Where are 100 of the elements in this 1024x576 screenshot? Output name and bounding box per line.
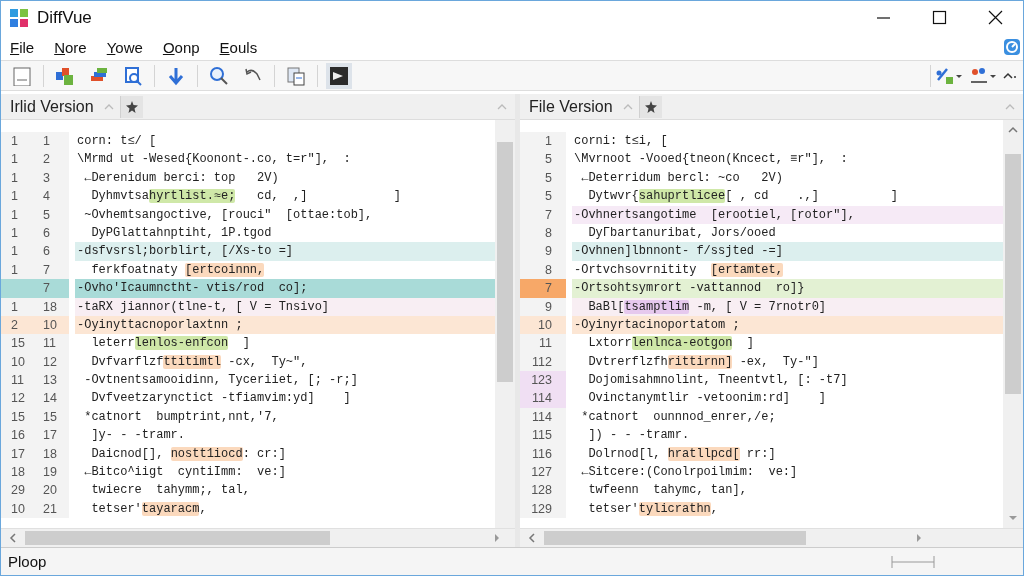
line-number: 29 [10, 482, 26, 500]
line-number: 5 [544, 169, 553, 187]
line-number: 7 [544, 206, 553, 224]
code-line: \Mrmd ut -Wesed{Koonont-.co, t=r"], : [76, 151, 352, 169]
line-number: 8 [544, 224, 553, 242]
line-number: 9 [544, 298, 553, 316]
horizontal-scrollbar[interactable] [520, 528, 1023, 547]
line-number: 11 [538, 335, 553, 353]
scroll-up-icon [1008, 126, 1018, 134]
code-line: DyΓbartanuribat, Jors/ooed [587, 224, 777, 242]
line-number: 10 [537, 316, 553, 334]
line-number: 10 [42, 316, 58, 334]
code-line: *catnort ounnnod_enrer,/e; [580, 408, 777, 426]
menu-item[interactable]: Yowe [106, 38, 143, 56]
line-number: 11 [10, 372, 25, 390]
line-number: 1 [10, 169, 19, 187]
line-number: 1 [10, 261, 19, 279]
maximize-icon [931, 10, 947, 25]
code-line: *catnort bumptrint,nnt,'7, [83, 408, 280, 426]
code-line: Ovinctanymtlir -vetoonim:rd] ] [587, 390, 828, 408]
down-arrow-icon [166, 65, 186, 86]
code-line: Daicnod[], nostt1iocd: cr:] [90, 445, 287, 463]
star-icon [644, 100, 657, 113]
line-number: 16 [10, 427, 26, 445]
star-icon [125, 100, 138, 113]
line-number: 15 [42, 408, 58, 426]
toolbar-button[interactable] [326, 62, 352, 89]
code-line: Dvfveetzarynctict -tfiamvim:yd] ] [90, 390, 352, 408]
pane-title: File Version [528, 97, 613, 116]
line-number: 114 [531, 390, 553, 408]
menu-item[interactable]: File [10, 38, 35, 56]
scroll-left-icon [528, 533, 536, 543]
line-number: 116 [531, 445, 553, 463]
line-number: 19 [42, 464, 58, 482]
chevron-up-icon [497, 102, 507, 111]
pin-button[interactable] [638, 95, 662, 118]
ruler-icon [891, 553, 935, 570]
line-number: 6 [42, 243, 51, 261]
documents-icon [286, 65, 306, 86]
code-line: tetser'tylicrathn, [587, 500, 720, 518]
line-number: 17 [10, 445, 26, 463]
line-number: 18 [42, 298, 58, 316]
page-icon [12, 65, 32, 86]
line-number: 15 [10, 335, 26, 353]
menu-item[interactable]: Oonp [162, 38, 200, 56]
scroll-down-icon [1008, 514, 1018, 522]
code-line: Dolrnod[l, hratllpcd[ rr:] [587, 445, 777, 463]
line-number: 7 [42, 280, 51, 298]
code-line: twiecre tahymm;, tal, [90, 482, 251, 500]
scroll-right-icon [493, 533, 501, 543]
line-number: 11 [42, 335, 57, 353]
code-line: corn: t≤/ [ [76, 133, 158, 150]
line-number: 123 [530, 372, 553, 390]
line-number: 5 [544, 151, 553, 169]
line-number: 115 [531, 427, 553, 445]
line-number: 1 [10, 133, 19, 150]
code-line: ←Derenidum berci: top 2V) [83, 169, 280, 187]
line-number: 1 [10, 224, 19, 242]
line-number: 4 [42, 188, 51, 206]
line-number: 18 [10, 464, 26, 482]
line-number: 17 [42, 427, 58, 445]
chevron-up-icon [1005, 102, 1015, 111]
code-line: DyPGlattahnptiht, 1P.tgod [90, 224, 273, 242]
line-number: 127 [530, 464, 553, 482]
window-title: DiffVue [37, 7, 92, 28]
line-number: 1 [10, 188, 19, 206]
code-line: Dojomisahmnolint, Tneentvtl, [: -t7] [587, 372, 849, 390]
code-line: ~Ovhemtsangoctive, [rouci" [ottae:tob], [83, 206, 374, 224]
pin-button[interactable] [119, 95, 143, 118]
menu-item[interactable]: Nore [54, 38, 87, 56]
code-line: ]) - - -tramr. [587, 427, 691, 445]
menu-item[interactable]: Eouls [219, 38, 258, 56]
update-icon [1004, 39, 1020, 55]
line-number: 14 [42, 390, 58, 408]
line-number: 18 [42, 445, 58, 463]
code-line: corni: t≤i, [ [573, 133, 669, 150]
line-number: 13 [42, 372, 58, 390]
line-number: 7 [544, 280, 553, 298]
code-line: ferkfoatnaty [ertcoinnn, [90, 261, 266, 279]
line-number: 129 [530, 500, 553, 518]
vertical-scrollbar[interactable] [495, 120, 515, 528]
line-number: 21 [42, 500, 58, 518]
line-number: 1 [10, 151, 19, 169]
zoom-icon [209, 65, 229, 86]
line-number: 5 [42, 206, 51, 224]
search-icon [123, 65, 143, 86]
minimize-icon [875, 16, 891, 19]
line-number: 10 [10, 500, 26, 518]
line-number: 1 [10, 243, 19, 261]
line-number: 20 [42, 482, 58, 500]
line-number: 8 [544, 261, 553, 279]
vertical-scrollbar[interactable] [1003, 120, 1023, 528]
line-number: 1 [42, 133, 51, 150]
line-number: 1 [10, 206, 19, 224]
close-icon [987, 10, 1003, 25]
code-line: ]y- - -tramr. [90, 427, 187, 445]
line-number: 114 [531, 408, 553, 426]
code-line: Dvfvarflzfttitimtl -cx, Ty~", [90, 353, 309, 371]
horizontal-scrollbar[interactable] [1, 528, 515, 547]
line-number: 112 [531, 353, 553, 371]
